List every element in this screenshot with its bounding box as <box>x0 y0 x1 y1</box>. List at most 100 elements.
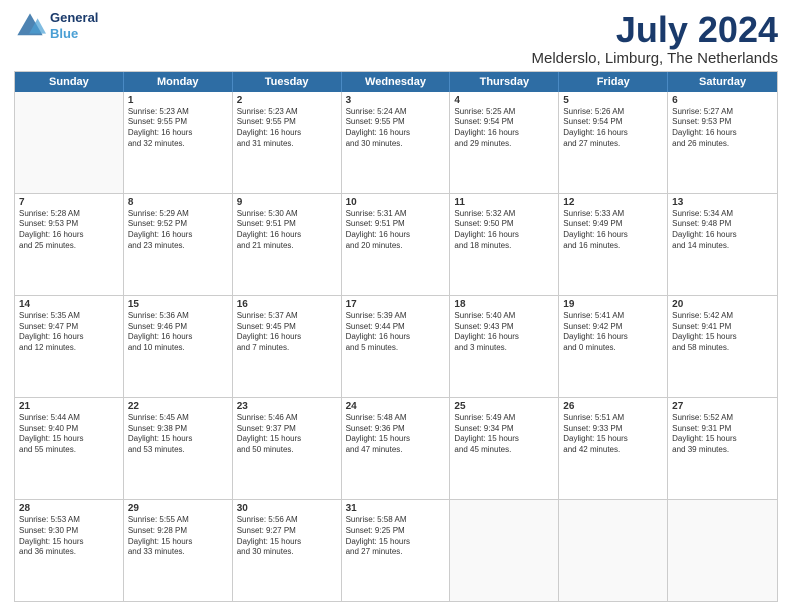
cell-info-line: Daylight: 15 hours <box>346 434 446 445</box>
cal-cell: 26Sunrise: 5:51 AMSunset: 9:33 PMDayligh… <box>559 398 668 499</box>
cell-info-line: Daylight: 15 hours <box>672 434 773 445</box>
cell-info-line: Sunrise: 5:32 AM <box>454 209 554 220</box>
cell-info-line: Sunset: 9:55 PM <box>128 117 228 128</box>
day-number: 28 <box>19 503 119 514</box>
cell-info-line: and 29 minutes. <box>454 139 554 150</box>
page: General Blue July 2024 Melderslo, Limbur… <box>0 0 792 612</box>
cell-info-line: and 23 minutes. <box>128 241 228 252</box>
cal-cell: 31Sunrise: 5:58 AMSunset: 9:25 PMDayligh… <box>342 500 451 601</box>
cell-info-line: Sunset: 9:54 PM <box>454 117 554 128</box>
cal-cell <box>668 500 777 601</box>
cell-info-line: Sunset: 9:55 PM <box>237 117 337 128</box>
cal-cell: 9Sunrise: 5:30 AMSunset: 9:51 PMDaylight… <box>233 194 342 295</box>
cell-info-line: Sunrise: 5:29 AM <box>128 209 228 220</box>
cal-cell: 30Sunrise: 5:56 AMSunset: 9:27 PMDayligh… <box>233 500 342 601</box>
cell-info-line: Sunrise: 5:23 AM <box>128 107 228 118</box>
day-number: 8 <box>128 197 228 208</box>
cell-info-line: Sunrise: 5:53 AM <box>19 515 119 526</box>
main-title: July 2024 <box>531 10 778 50</box>
cell-info-line: Sunrise: 5:52 AM <box>672 413 773 424</box>
cell-info-line: Daylight: 15 hours <box>19 434 119 445</box>
cal-cell: 25Sunrise: 5:49 AMSunset: 9:34 PMDayligh… <box>450 398 559 499</box>
day-number: 2 <box>237 95 337 106</box>
cell-info-line: and 42 minutes. <box>563 445 663 456</box>
logo: General Blue <box>14 10 98 42</box>
cal-cell: 18Sunrise: 5:40 AMSunset: 9:43 PMDayligh… <box>450 296 559 397</box>
cell-info-line: and 55 minutes. <box>19 445 119 456</box>
cell-info-line: Daylight: 15 hours <box>19 537 119 548</box>
cell-info-line: Daylight: 16 hours <box>128 230 228 241</box>
cell-info-line: Sunset: 9:51 PM <box>346 219 446 230</box>
cell-info-line: Sunset: 9:33 PM <box>563 424 663 435</box>
cal-cell: 3Sunrise: 5:24 AMSunset: 9:55 PMDaylight… <box>342 92 451 193</box>
cell-info-line: Sunset: 9:47 PM <box>19 322 119 333</box>
day-number: 18 <box>454 299 554 310</box>
day-number: 15 <box>128 299 228 310</box>
week-row-2: 7Sunrise: 5:28 AMSunset: 9:53 PMDaylight… <box>15 194 777 296</box>
cell-info-line: Sunrise: 5:44 AM <box>19 413 119 424</box>
cell-info-line: Sunrise: 5:31 AM <box>346 209 446 220</box>
cell-info-line: and 10 minutes. <box>128 343 228 354</box>
cell-info-line: Sunrise: 5:24 AM <box>346 107 446 118</box>
cell-info-line: Sunset: 9:44 PM <box>346 322 446 333</box>
cell-info-line: and 7 minutes. <box>237 343 337 354</box>
cell-info-line: Daylight: 16 hours <box>19 230 119 241</box>
cell-info-line: and 21 minutes. <box>237 241 337 252</box>
day-number: 1 <box>128 95 228 106</box>
cell-info-line: and 18 minutes. <box>454 241 554 252</box>
day-number: 19 <box>563 299 663 310</box>
cell-info-line: Sunset: 9:37 PM <box>237 424 337 435</box>
calendar-header: SundayMondayTuesdayWednesdayThursdayFrid… <box>15 72 777 92</box>
day-number: 3 <box>346 95 446 106</box>
cal-cell: 1Sunrise: 5:23 AMSunset: 9:55 PMDaylight… <box>124 92 233 193</box>
day-number: 10 <box>346 197 446 208</box>
cal-cell <box>450 500 559 601</box>
cell-info-line: and 27 minutes. <box>346 547 446 558</box>
cell-info-line: and 32 minutes. <box>128 139 228 150</box>
cell-info-line: Sunset: 9:52 PM <box>128 219 228 230</box>
day-number: 5 <box>563 95 663 106</box>
cell-info-line: and 3 minutes. <box>454 343 554 354</box>
cell-info-line: Sunrise: 5:35 AM <box>19 311 119 322</box>
cell-info-line: Sunrise: 5:26 AM <box>563 107 663 118</box>
cell-info-line: Sunrise: 5:41 AM <box>563 311 663 322</box>
week-row-3: 14Sunrise: 5:35 AMSunset: 9:47 PMDayligh… <box>15 296 777 398</box>
cal-cell: 21Sunrise: 5:44 AMSunset: 9:40 PMDayligh… <box>15 398 124 499</box>
cal-cell: 11Sunrise: 5:32 AMSunset: 9:50 PMDayligh… <box>450 194 559 295</box>
cell-info-line: and 14 minutes. <box>672 241 773 252</box>
cal-cell: 4Sunrise: 5:25 AMSunset: 9:54 PMDaylight… <box>450 92 559 193</box>
cell-info-line: Sunrise: 5:55 AM <box>128 515 228 526</box>
cal-cell: 20Sunrise: 5:42 AMSunset: 9:41 PMDayligh… <box>668 296 777 397</box>
cal-cell: 22Sunrise: 5:45 AMSunset: 9:38 PMDayligh… <box>124 398 233 499</box>
cell-info-line: Daylight: 16 hours <box>454 230 554 241</box>
header-day-monday: Monday <box>124 72 233 92</box>
cal-cell: 29Sunrise: 5:55 AMSunset: 9:28 PMDayligh… <box>124 500 233 601</box>
cell-info-line: and 12 minutes. <box>19 343 119 354</box>
header-day-sunday: Sunday <box>15 72 124 92</box>
day-number: 20 <box>672 299 773 310</box>
cell-info-line: Sunset: 9:40 PM <box>19 424 119 435</box>
cal-cell <box>559 500 668 601</box>
cal-cell: 7Sunrise: 5:28 AMSunset: 9:53 PMDaylight… <box>15 194 124 295</box>
cell-info-line: Sunrise: 5:39 AM <box>346 311 446 322</box>
day-number: 30 <box>237 503 337 514</box>
cell-info-line: Sunset: 9:31 PM <box>672 424 773 435</box>
day-number: 11 <box>454 197 554 208</box>
cell-info-line: Sunset: 9:27 PM <box>237 526 337 537</box>
cell-info-line: and 31 minutes. <box>237 139 337 150</box>
cell-info-line: Daylight: 16 hours <box>128 332 228 343</box>
cal-cell: 5Sunrise: 5:26 AMSunset: 9:54 PMDaylight… <box>559 92 668 193</box>
cell-info-line: Daylight: 16 hours <box>454 332 554 343</box>
cell-info-line: Daylight: 16 hours <box>346 128 446 139</box>
day-number: 25 <box>454 401 554 412</box>
cell-info-line: and 39 minutes. <box>672 445 773 456</box>
title-block: July 2024 Melderslo, Limburg, The Nether… <box>531 10 778 67</box>
cell-info-line: Daylight: 16 hours <box>19 332 119 343</box>
cell-info-line: Daylight: 15 hours <box>128 434 228 445</box>
day-number: 21 <box>19 401 119 412</box>
cell-info-line: Sunset: 9:42 PM <box>563 322 663 333</box>
cell-info-line: Daylight: 15 hours <box>128 537 228 548</box>
cell-info-line: Sunrise: 5:27 AM <box>672 107 773 118</box>
day-number: 26 <box>563 401 663 412</box>
cal-cell: 16Sunrise: 5:37 AMSunset: 9:45 PMDayligh… <box>233 296 342 397</box>
